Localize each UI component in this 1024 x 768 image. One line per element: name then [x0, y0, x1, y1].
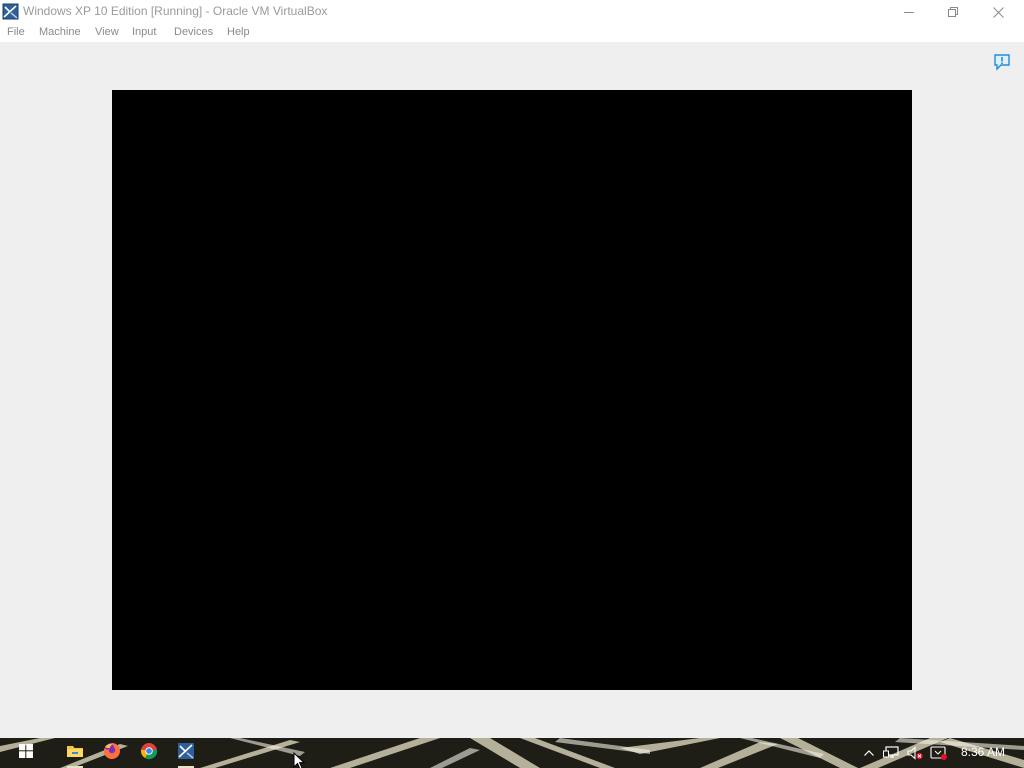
minimize-button[interactable]: [886, 0, 931, 24]
menu-input[interactable]: Input: [132, 26, 156, 38]
window-title: Windows XP 10 Edition [Running] - Oracle…: [23, 4, 328, 18]
menu-file[interactable]: File: [7, 26, 25, 38]
taskbar-firefox[interactable]: [94, 738, 130, 768]
menu-bar: File Machine View Input Devices Help: [0, 24, 1024, 42]
menu-view[interactable]: View: [95, 26, 119, 38]
chevron-up-icon[interactable]: [860, 744, 878, 762]
windows-start-icon: [19, 743, 33, 763]
restore-button[interactable]: [930, 0, 975, 24]
restore-icon: [947, 7, 958, 17]
vm-screen[interactable]: [112, 90, 912, 690]
menu-help[interactable]: Help: [227, 26, 250, 38]
network-icon[interactable]: [882, 744, 900, 762]
chrome-icon: [140, 742, 158, 765]
virtualbox-icon[interactable]: [2, 3, 19, 20]
taskbar: 8:36 AM: [0, 738, 1024, 768]
start-button[interactable]: [8, 738, 44, 768]
vm-display-area: [0, 42, 1024, 738]
menu-machine[interactable]: Machine: [39, 26, 81, 38]
menu-devices[interactable]: Devices: [174, 26, 213, 38]
taskbar-file-explorer[interactable]: [57, 738, 93, 768]
close-button[interactable]: [976, 0, 1021, 24]
volume-muted-icon[interactable]: [906, 744, 924, 762]
virtualbox-icon: [177, 742, 195, 765]
clock[interactable]: 8:36 AM: [952, 745, 1014, 759]
action-center-icon[interactable]: [930, 744, 948, 762]
firefox-icon: [103, 742, 121, 765]
file-explorer-icon: [66, 743, 84, 764]
cursor-icon: [293, 752, 305, 768]
close-icon: [993, 6, 1004, 18]
title-bar[interactable]: Windows XP 10 Edition [Running] - Oracle…: [0, 0, 1024, 24]
minimize-icon: [903, 7, 914, 17]
taskbar-virtualbox[interactable]: [168, 738, 204, 768]
taskbar-chrome[interactable]: [131, 738, 167, 768]
notification-icon[interactable]: [993, 53, 1011, 71]
